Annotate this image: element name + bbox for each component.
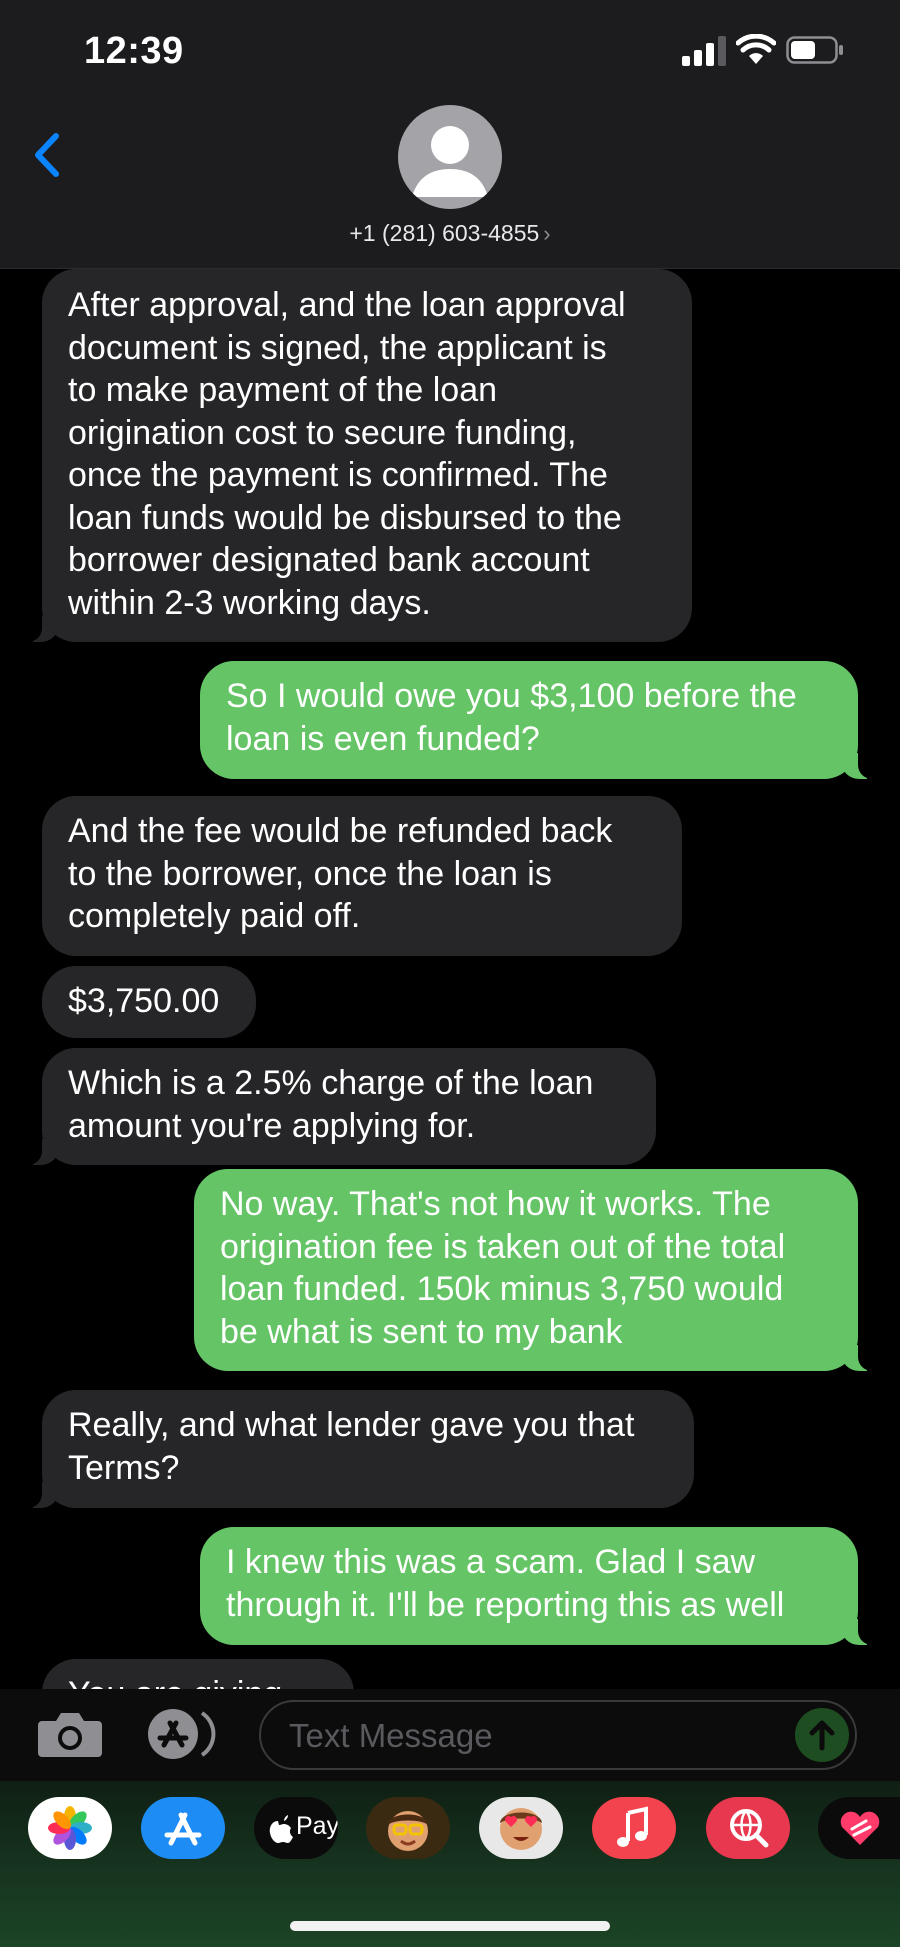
battery-icon <box>786 36 843 64</box>
status-time: 12:39 <box>84 30 184 72</box>
incoming-message[interactable]: $3,750.00 <box>42 966 256 1038</box>
music-app-icon[interactable] <box>592 1797 676 1859</box>
wifi-icon <box>736 34 776 64</box>
incoming-message[interactable]: After approval, and the loan approval do… <box>20 269 692 642</box>
memoji-app-icon[interactable] <box>366 1797 450 1859</box>
apple-pay-app-icon[interactable]: Pay <box>254 1797 338 1859</box>
app-store-icon[interactable] <box>146 1707 226 1761</box>
app-store-app-icon[interactable] <box>141 1797 225 1859</box>
web-images-app-icon[interactable] <box>706 1797 790 1859</box>
incoming-message[interactable]: Which is a 2.5% charge of the loan amoun… <box>20 1048 656 1165</box>
animoji-app-icon[interactable] <box>479 1797 563 1859</box>
outgoing-message[interactable]: I knew this was a scam. Glad I saw throu… <box>200 1527 880 1645</box>
heart-touch-icon <box>840 1811 880 1845</box>
camera-icon[interactable] <box>36 1709 104 1759</box>
photos-flower-icon <box>48 1806 92 1850</box>
memoji-face-icon <box>388 1811 428 1851</box>
message-input[interactable]: Text Message <box>259 1700 857 1770</box>
outgoing-message[interactable]: So I would owe you $3,100 before the loa… <box>200 661 880 779</box>
contact-avatar[interactable] <box>398 105 502 209</box>
app-drawer: Pay <box>0 1781 900 1947</box>
cellular-signal-icon <box>682 36 726 66</box>
outgoing-message[interactable]: No way. That's not how it works. The ori… <box>194 1169 880 1371</box>
home-indicator[interactable] <box>290 1921 610 1931</box>
apple-pay-label: Pay <box>296 1812 338 1840</box>
status-bar: 12:39 <box>0 0 900 100</box>
incoming-message[interactable]: Really, and what lender gave you that Te… <box>20 1390 694 1508</box>
contact-name[interactable]: +1 (281) 603-4855 › <box>0 220 900 247</box>
music-note-icon <box>617 1806 648 1847</box>
animoji-heart-eyes-icon <box>500 1808 542 1850</box>
photos-app-icon[interactable] <box>28 1797 112 1859</box>
message-input-placeholder: Text Message <box>289 1717 493 1754</box>
back-button[interactable] <box>30 130 64 185</box>
compose-bar: Text Message <box>0 1689 900 1781</box>
chevron-right-icon: › <box>543 221 551 246</box>
send-button[interactable] <box>795 1708 849 1762</box>
person-icon <box>412 126 488 197</box>
contact-number: +1 (281) 603-4855 <box>349 220 540 246</box>
app-store-a-icon <box>164 1812 202 1846</box>
incoming-message[interactable]: You are giving still <box>42 1659 354 1689</box>
chevron-left-icon <box>35 133 59 177</box>
incoming-message[interactable]: And the fee would be refunded back to th… <box>42 796 682 956</box>
globe-search-icon <box>730 1809 769 1848</box>
digital-touch-app-icon[interactable] <box>818 1797 900 1859</box>
message-thread[interactable]: After approval, and the loan approval do… <box>0 269 900 1689</box>
arrow-up-icon <box>809 1720 835 1751</box>
